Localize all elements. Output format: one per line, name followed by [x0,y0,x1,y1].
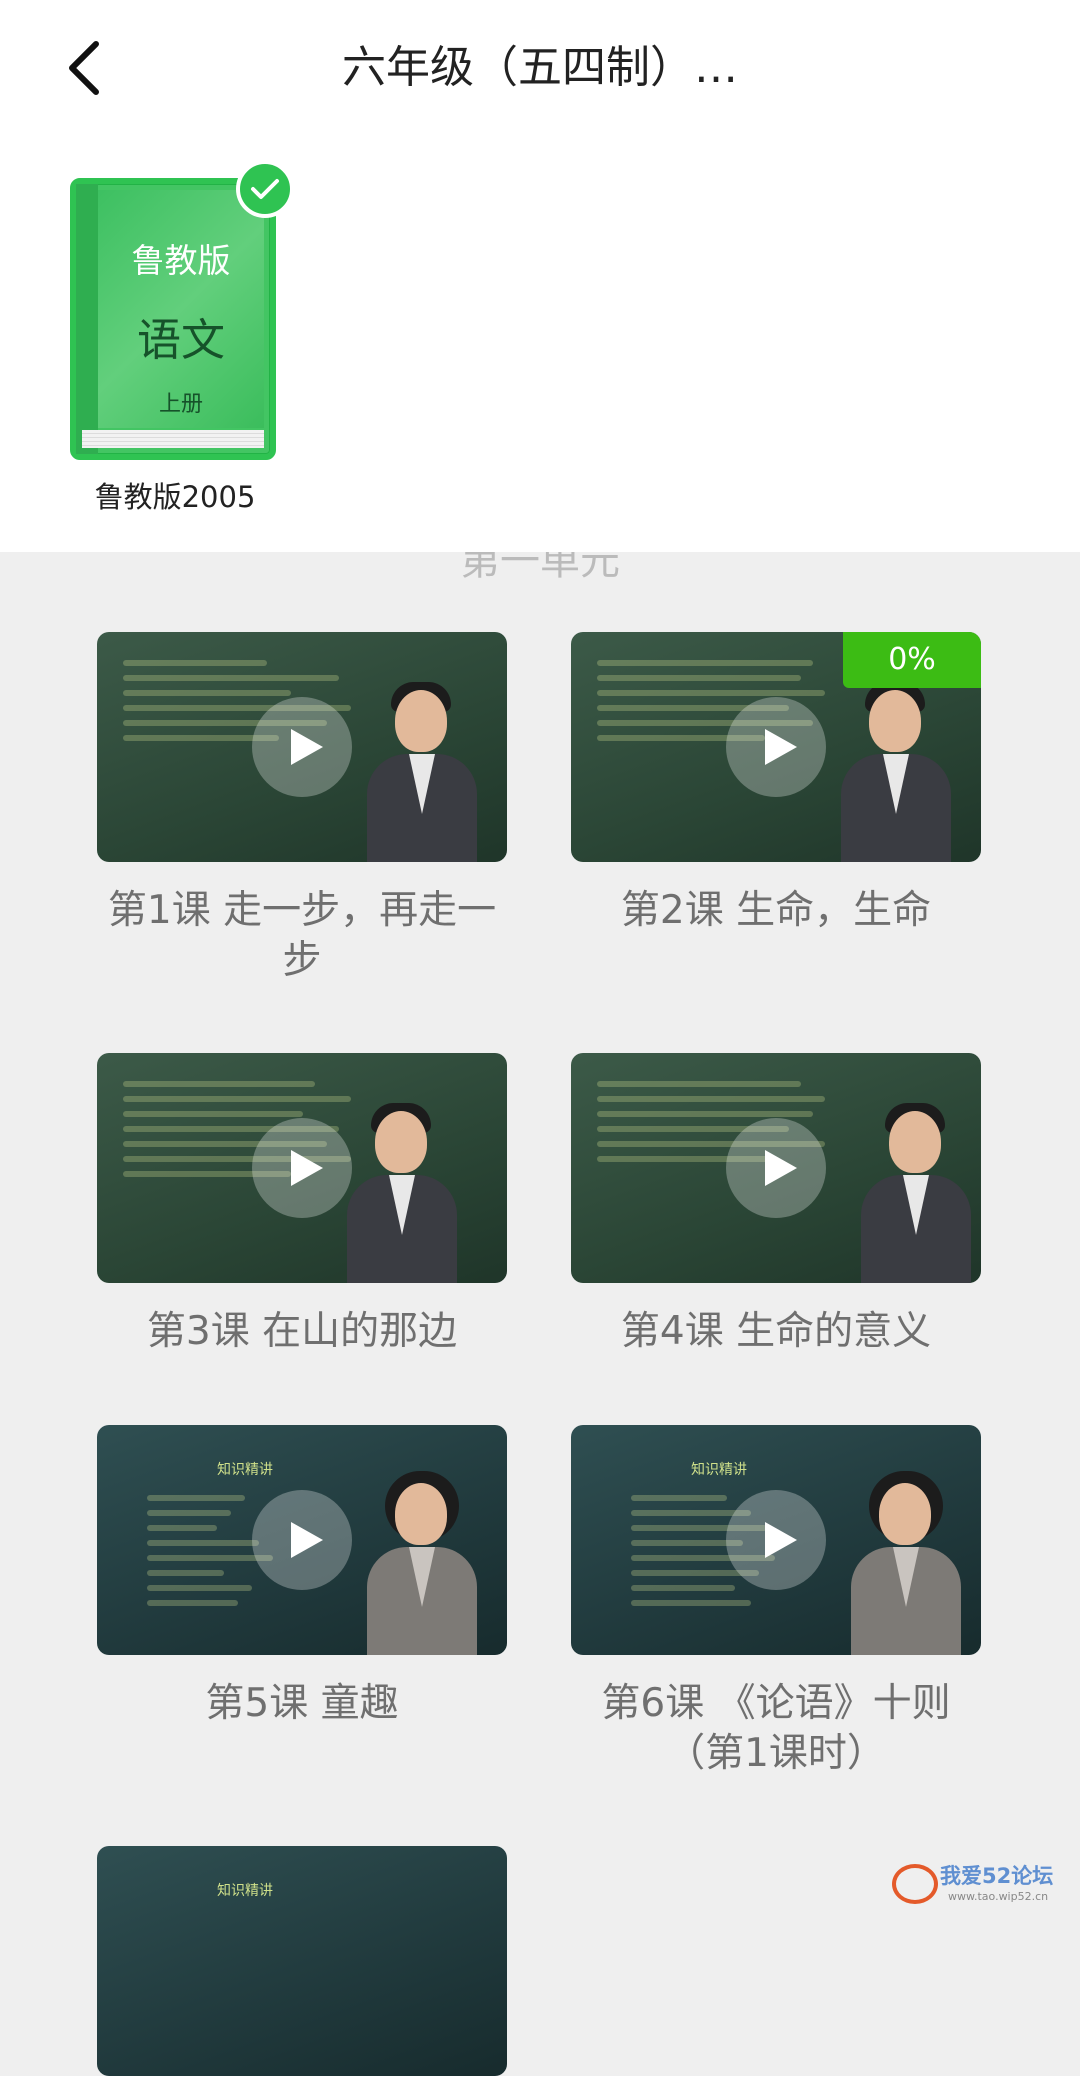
lesson-title[interactable]: 第6课 《论语》十则（第1课时） [571,1679,981,1779]
watermark-text: 我爱52论坛 [940,1860,1053,1890]
lesson-title[interactable]: 第3课 在山的那边 [97,1307,507,1357]
book-pages [82,430,264,448]
lesson-card[interactable]: 知识精讲 第6课 《论语》十则（第1课时） [571,1425,981,1779]
textbook-cover[interactable]: 鲁教版 语文 上册 [70,178,276,460]
chevron-left-icon [64,40,106,96]
lesson-title[interactable]: 第5课 童趣 [97,1679,507,1729]
teacher-figure [367,1465,477,1655]
play-icon [285,1148,325,1188]
play-button[interactable] [252,697,352,797]
book-publisher: 鲁教版 [98,234,264,282]
header: 六年级（五四制）… 鲁教版 语文 上册 鲁教版2005 [0,0,1080,552]
textbook-caption: 鲁教版2005 [40,474,310,516]
lesson-thumbnail[interactable] [97,1053,507,1283]
progress-badge: 0% [843,632,981,688]
teacher-figure [861,1093,971,1283]
lesson-thumbnail[interactable]: 0% [571,632,981,862]
textbook-item[interactable]: 鲁教版 语文 上册 鲁教版2005 [70,178,280,460]
play-icon [759,1520,799,1560]
book-spine [76,184,98,454]
lesson-card[interactable]: 知识精讲 [97,1846,507,2076]
teacher-figure [367,672,477,862]
lesson-thumbnail[interactable]: 知识精讲 [97,1425,507,1655]
book-volume: 上册 [98,386,264,418]
watermark-url: www.tao.wip52.cn [948,1890,1048,1903]
board-heading: 知识精讲 [217,1880,273,1900]
lesson-thumbnail[interactable]: 知识精讲 [571,1425,981,1655]
play-icon [759,727,799,767]
back-button[interactable] [55,38,115,98]
play-button[interactable] [726,697,826,797]
board-heading: 知识精讲 [217,1459,273,1479]
teacher-figure [851,1465,961,1655]
page-title: 六年级（五四制）… [200,38,880,98]
teacher-figure [841,672,951,862]
book-subject: 语文 [98,304,264,368]
lesson-thumbnail[interactable] [571,1053,981,1283]
watermark-logo-icon [892,1864,938,1904]
lesson-card[interactable]: 第1课 走一步，再走一步 [97,632,507,986]
selected-check-badge [236,160,294,218]
lesson-title[interactable]: 第1课 走一步，再走一步 [97,886,507,986]
play-icon [759,1148,799,1188]
play-icon [285,1520,325,1560]
lesson-card[interactable]: 0% 第2课 生命，生命 [571,632,981,936]
lesson-thumbnail[interactable] [97,632,507,862]
board-heading: 知识精讲 [691,1459,747,1479]
lesson-title[interactable]: 第4课 生命的意义 [571,1307,981,1357]
lesson-title[interactable]: 第2课 生命，生命 [571,886,981,936]
forum-watermark: 我爱52论坛 www.tao.wip52.cn [892,1860,1072,1910]
lesson-card[interactable]: 第4课 生命的意义 [571,1053,981,1357]
play-icon [285,727,325,767]
play-button[interactable] [726,1490,826,1590]
book-cover-face: 鲁教版 语文 上册 [98,190,264,428]
lesson-card[interactable]: 知识精讲 第5课 童趣 [97,1425,507,1729]
checkmark-icon [250,177,280,201]
play-button[interactable] [252,1490,352,1590]
lesson-thumbnail[interactable]: 知识精讲 [97,1846,507,2076]
lesson-card[interactable]: 第3课 在山的那边 [97,1053,507,1357]
play-button[interactable] [252,1118,352,1218]
play-button[interactable] [726,1118,826,1218]
teacher-figure [347,1093,457,1283]
